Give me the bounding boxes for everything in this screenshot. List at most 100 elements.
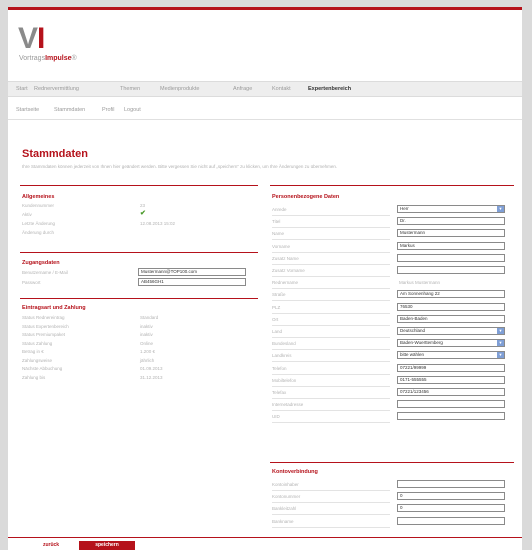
subnav-stammdaten[interactable]: Stammdaten <box>54 107 85 113</box>
username-input[interactable]: Mustermann@TOP100.com <box>138 268 246 276</box>
bankname-label: Bankname <box>272 518 294 524</box>
nav-medienprodukte[interactable]: Medienprodukte <box>160 86 199 92</box>
row-divider <box>272 410 390 412</box>
kontonummer-label: Kontonummer <box>272 494 301 500</box>
bankname-input[interactable] <box>397 516 505 525</box>
nav-kontakt[interactable]: Kontakt <box>272 86 291 92</box>
stra-e-input[interactable]: Am Sonnenhang 22 <box>397 290 505 299</box>
nav-start[interactable]: Start <box>16 86 28 92</box>
aktiv-label: Aktiv <box>22 212 32 217</box>
subnav-divider <box>8 119 522 120</box>
bankleitzahl-label: Bankleitzahl <box>272 506 297 512</box>
subnav-startseite[interactable]: Startseite <box>16 107 39 113</box>
internetadresse-input[interactable] <box>397 400 505 409</box>
ort-label: Ort <box>272 316 279 322</box>
zusatz-name-label: Zusatz Name <box>272 255 299 261</box>
telefon-input[interactable]: 07221/99999 <box>397 363 505 372</box>
row-divider <box>272 227 390 229</box>
logo[interactable]: VI <box>18 22 45 55</box>
row-divider <box>272 385 390 387</box>
chevron-down-icon[interactable]: ▼ <box>497 352 504 359</box>
anrede-select[interactable]: Herr ▼ <box>397 205 505 213</box>
titel-label: Titel <box>272 219 281 225</box>
zusatz-vorname-input[interactable] <box>397 266 505 274</box>
kontonummer-input[interactable]: 0 <box>397 492 505 501</box>
zusatz-name-input[interactable] <box>397 253 505 262</box>
personen-top-line <box>270 185 514 186</box>
bundesland-select[interactable]: Baden-Wuerttemberg ▼ <box>397 339 505 348</box>
bundesland-select-value: Baden-Wuerttemberg <box>400 340 443 346</box>
status-premiumpaket-label: Status Premiumpaket <box>22 332 66 337</box>
page-container: VI VortragsImpulse® Start Rednervermittl… <box>8 7 522 550</box>
row-divider <box>272 300 390 302</box>
land-select-value: Deutschland <box>400 328 426 333</box>
status-expertenbereich-label: Status Expertenbereich <box>22 323 69 329</box>
row-divider <box>272 312 390 314</box>
status-rednereintrag-label: Status Rednereintrag <box>22 315 65 320</box>
land-select[interactable]: Deutschland ▼ <box>397 327 505 335</box>
chevron-down-icon[interactable]: ▼ <box>497 206 504 212</box>
status-rednereintrag-value: Standard <box>140 315 159 320</box>
aktiv-check-icon: ✔ <box>140 210 146 217</box>
personen-title: Personenbezogene Daten <box>272 194 340 200</box>
name-input[interactable]: Mustermann <box>397 229 505 238</box>
row-divider <box>272 373 390 375</box>
zusatz-vorname-label: Zusatz Vorname <box>272 268 305 273</box>
nav-themen[interactable]: Themen <box>120 86 140 92</box>
row-divider <box>272 324 390 326</box>
rednername-value: Markus Mustermann <box>399 280 441 286</box>
anrede-select-value: Herr <box>400 206 409 211</box>
chevron-down-icon[interactable]: ▼ <box>497 340 504 347</box>
chevron-down-icon[interactable]: ▼ <box>497 328 504 334</box>
subnav-profil[interactable]: Profil <box>102 107 115 113</box>
logo-subtitle-accent: Impulse <box>45 55 72 62</box>
logo-subtitle: VortragsImpulse® <box>19 55 77 63</box>
nav-expertenbereich[interactable]: Expertenbereich <box>308 86 351 92</box>
uid-input[interactable] <box>397 412 505 421</box>
titel-input[interactable]: Dr. <box>397 217 505 226</box>
ort-input[interactable]: Baden-Baden <box>397 314 505 323</box>
nav-anfrage[interactable]: Anfrage <box>233 86 252 92</box>
eintragsart-top-line <box>20 298 258 299</box>
land-label: Land <box>272 329 283 334</box>
mobiltelefon-input[interactable]: 0171-555555 <box>397 375 505 384</box>
betrag-in-value: 1.200 € <box>140 349 156 354</box>
row-divider <box>272 422 390 424</box>
konto-top-line <box>270 462 514 463</box>
row-divider <box>272 490 390 491</box>
row-divider <box>272 288 390 290</box>
back-button[interactable]: zurück <box>34 541 68 550</box>
status-premiumpaket-value: inaktiv <box>140 332 153 337</box>
landkreis-select[interactable]: bitte wählen ▼ <box>397 351 505 360</box>
subnav-logout[interactable]: Logout <box>124 107 141 113</box>
plz-input[interactable]: 76530 <box>397 302 505 311</box>
username-label: Benutzername / E-Mail <box>22 270 68 275</box>
telefon-label: Telefon <box>272 365 287 371</box>
row-divider <box>272 263 390 265</box>
bankleitzahl-input[interactable]: 0 <box>397 504 505 513</box>
telefax-input[interactable]: 07221/123456 <box>397 388 505 396</box>
n-chste-abbuchung-value: 01.09.2013 <box>140 366 163 371</box>
row-divider <box>272 337 390 338</box>
row-divider <box>272 215 390 216</box>
n-chste-abbuchung-label: Nächste Abbuchung <box>22 366 63 371</box>
vorname-input[interactable]: Markus <box>397 241 505 250</box>
row-divider <box>272 276 390 277</box>
kontoinhaber-input[interactable] <box>397 480 505 488</box>
landkreis-select-value: bitte wählen <box>400 352 425 358</box>
password-label: Passwort <box>22 280 41 285</box>
vorname-label: Vorname <box>272 243 291 249</box>
row-divider <box>272 502 390 504</box>
allgemeines-title: Allgemeines <box>22 194 55 200</box>
logo-letter-v: V <box>18 22 38 55</box>
betrag-in-label: Betrag in € <box>22 349 44 354</box>
uid-label: UID <box>272 414 280 420</box>
letzte-aenderung-value: 12.08.2013 15:02 <box>140 221 176 226</box>
page-title: Stammdaten <box>22 148 89 160</box>
bundesland-label: Bundesland <box>272 341 296 347</box>
row-divider <box>272 239 390 241</box>
password-input[interactable]: AB456GH1 <box>138 278 246 286</box>
save-button[interactable]: speichern <box>79 541 135 550</box>
nav-rednervermittlung[interactable]: Rednervermittlung <box>34 86 79 92</box>
konto-title: Kontoverbindung <box>272 469 318 475</box>
